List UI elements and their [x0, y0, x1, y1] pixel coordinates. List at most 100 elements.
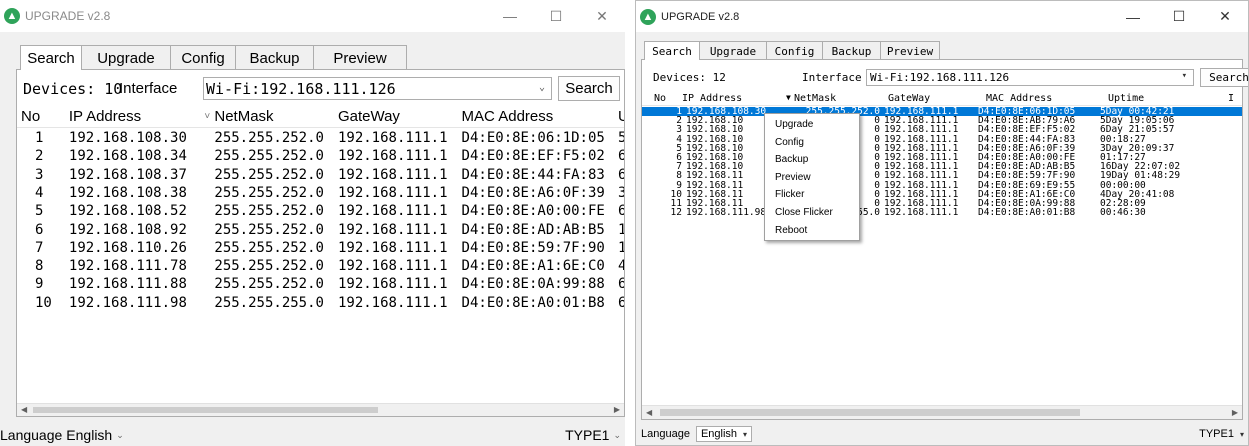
col-gateway[interactable]: GateWay [338, 108, 462, 127]
tab-config[interactable]: Config [766, 41, 823, 60]
table-row[interactable]: 10 192.168.11 0 192.168.111.1 D4:E0:8E:A1:6E… [642, 190, 1242, 199]
scroll-right-icon[interactable]: ▶ [614, 405, 620, 414]
table-row[interactable]: 4 192.168.108.38 255.255.252.0 192.168.111.… [17, 184, 624, 202]
window-title: UPGRADE v2.8 [661, 10, 740, 23]
table-row[interactable]: 6 192.168.10 0 192.168.111.1 D4:E0:8E:A0:00:… [642, 153, 1242, 162]
table-row[interactable]: 10 192.168.111.98 255.255.255.0 192.168.111… [17, 294, 624, 312]
cell-uptime: 6 [618, 148, 624, 165]
table-row[interactable]: 12192.168.111.98255.255.255.0192.168.111… [642, 208, 1242, 217]
interface-label: Interface [802, 71, 862, 84]
scroll-left-icon[interactable]: ◀ [21, 405, 27, 414]
cell-ip: 192.168.108.34 [68, 148, 187, 165]
tab-config[interactable]: Config [170, 45, 236, 70]
col-no[interactable]: No [642, 93, 682, 105]
menu-item-backup[interactable]: Backup [765, 151, 859, 169]
table-row[interactable]: 3 192.168.10 0 192.168.111.1 D4:E0:8E:EF:F5:… [642, 125, 1242, 134]
table-row[interactable]: 1 192.168.108.30 255.255.252.0 192.168.111.… [642, 107, 1242, 117]
cell-gateway: 192.168.111.1 [337, 239, 448, 256]
tab-search[interactable]: Search [644, 41, 700, 60]
tab-preview[interactable]: Preview [880, 41, 940, 60]
cell-mac: D4:E0:8E:A0:00:FE [978, 153, 1076, 163]
maximize-icon[interactable]: ☐ [1156, 1, 1202, 32]
table-row[interactable]: 2 192.168.108.34 255.255.252.0 192.168.111.… [17, 147, 624, 165]
menu-item-upgrade[interactable]: Upgrade [765, 116, 859, 134]
col-no[interactable]: No [17, 108, 69, 127]
close-icon[interactable]: ✕ [579, 0, 625, 32]
cell-ip: 192.168.111.78 [68, 258, 187, 275]
cell-netmask: 255.255.252.0 [214, 239, 324, 256]
type-select[interactable]: TYPE1 ▾ [1199, 428, 1244, 440]
cell-gateway: 192.168.111.1 [337, 130, 448, 146]
table-row[interactable]: 2 192.168.10 0 192.168.111.1 D4:E0:8E:AB:79:… [642, 116, 1242, 125]
cell-uptime: 3 [618, 184, 624, 201]
table-row[interactable]: 7 192.168.10 0 192.168.111.1 D4:E0:8E:AD:AB:… [642, 162, 1242, 171]
type-select[interactable]: TYPE1 ⌄ [565, 427, 621, 443]
col-ip[interactable]: IP Address [69, 108, 205, 127]
tab-upgrade[interactable]: Upgrade [699, 41, 767, 60]
menu-item-close-flicker[interactable]: Close Flicker [765, 204, 859, 222]
table-row[interactable]: 3 192.168.108.37 255.255.252.0 192.168.111.… [17, 166, 624, 184]
col-ip[interactable]: IP Address [682, 93, 786, 105]
scroll-thumb[interactable] [660, 409, 1080, 416]
chevron-down-icon: ▾ [1181, 71, 1187, 81]
app-upload-icon: ▲ [4, 8, 20, 24]
tab-upgrade[interactable]: Upgrade [81, 45, 171, 70]
maximize-icon[interactable]: ☐ [533, 0, 579, 32]
window-gap [625, 0, 635, 446]
table-row[interactable]: 11 192.168.11 0 192.168.111.1 D4:E0:8E:0A:99… [642, 199, 1242, 208]
tab-preview[interactable]: Preview [313, 45, 407, 70]
table-row[interactable]: 5 192.168.108.52 255.255.252.0 192.168.111.… [17, 202, 624, 220]
menu-item-preview[interactable]: Preview [765, 169, 859, 187]
cell-gateway: 192.168.111.1 [884, 189, 959, 199]
language-select[interactable]: English ▾ [695, 426, 753, 442]
scroll-thumb[interactable] [33, 407, 378, 413]
horizontal-scrollbar[interactable]: ◀ ▶ [17, 403, 624, 416]
interface-select[interactable]: Wi-Fi:192.168.111.126 ⌄ [203, 77, 552, 100]
cell-uptime: 6 [618, 203, 624, 220]
col-extra[interactable]: I [1228, 93, 1234, 105]
horizontal-scrollbar[interactable]: ◀ ▶ [642, 405, 1242, 419]
table-row[interactable]: 6 192.168.108.92 255.255.252.0 192.168.111.… [17, 221, 624, 239]
tab-backup[interactable]: Backup [235, 45, 314, 70]
menu-item-flicker[interactable]: Flicker [765, 186, 859, 204]
col-netmask[interactable]: NetMask [794, 93, 888, 105]
cell-gateway: 192.168.111.1 [884, 107, 959, 117]
col-uptime[interactable]: Uptime [1108, 93, 1228, 105]
search-button[interactable]: Search [558, 76, 620, 101]
interface-select[interactable]: Wi-Fi:192.168.111.126 ▾ [866, 69, 1194, 86]
col-uptime[interactable]: U [618, 108, 624, 127]
search-button[interactable]: Search [1200, 68, 1248, 87]
table-row[interactable]: 5 192.168.10 0 192.168.111.1 D4:E0:8E:A6:0F:… [642, 144, 1242, 153]
scroll-right-icon[interactable]: ▶ [1232, 408, 1238, 417]
cell-gateway: 192.168.111.1 [884, 125, 959, 135]
title-bar[interactable]: ▲ UPGRADE v2.8 — ☐ ✕ [0, 0, 625, 32]
scroll-left-icon[interactable]: ◀ [646, 408, 652, 417]
tab-backup[interactable]: Backup [822, 41, 881, 60]
language-select[interactable]: English ⌄ [66, 427, 123, 443]
minimize-icon[interactable]: — [487, 0, 533, 32]
cell-uptime: 6Day 21:05:57 [1100, 125, 1175, 135]
cell-ip: 192.168.108.37 [68, 166, 187, 183]
table-row[interactable]: 9 192.168.111.88 255.255.252.0 192.168.111.… [17, 275, 624, 293]
cell-mac: D4:E0:8E:06:1D:05 [978, 107, 1076, 117]
cell-mac: D4:E0:8E:A0:00:FE [461, 203, 605, 220]
title-bar[interactable]: ▲ UPGRADE v2.8 — ☐ ✕ [636, 1, 1248, 32]
col-mac[interactable]: MAC Address [986, 93, 1108, 105]
col-gateway[interactable]: GateWay [888, 93, 986, 105]
menu-item-reboot[interactable]: Reboot [765, 222, 859, 240]
cell-uptime: 00:00:00 [1100, 180, 1146, 190]
menu-item-config[interactable]: Config [765, 134, 859, 152]
table-row[interactable]: 9 192.168.11 0 192.168.111.1 D4:E0:8E:69:E9:… [642, 181, 1242, 190]
col-mac[interactable]: MAC Address [462, 108, 618, 127]
close-icon[interactable]: ✕ [1202, 1, 1248, 32]
table-row[interactable]: 8 192.168.11 0 192.168.111.1 D4:E0:8E:59:7F:… [642, 171, 1242, 180]
table-row[interactable]: 1 192.168.108.30 255.255.252.0 192.168.111.… [17, 129, 624, 147]
col-netmask[interactable]: NetMask [214, 108, 338, 127]
minimize-icon[interactable]: — [1110, 1, 1156, 32]
cell-uptime: 00:18:27 [1100, 134, 1146, 144]
table-row[interactable]: 8 192.168.111.78 255.255.252.0 192.168.111.… [17, 257, 624, 275]
table-row[interactable]: 7 192.168.110.26 255.255.252.0 192.168.111.… [17, 239, 624, 257]
cell-mac: D4:E0:8E:69:E9:55 [978, 180, 1076, 190]
tab-search[interactable]: Search [20, 45, 82, 70]
table-row[interactable]: 4 192.168.10 0 192.168.111.1 D4:E0:8E:44:FA:… [642, 135, 1242, 144]
